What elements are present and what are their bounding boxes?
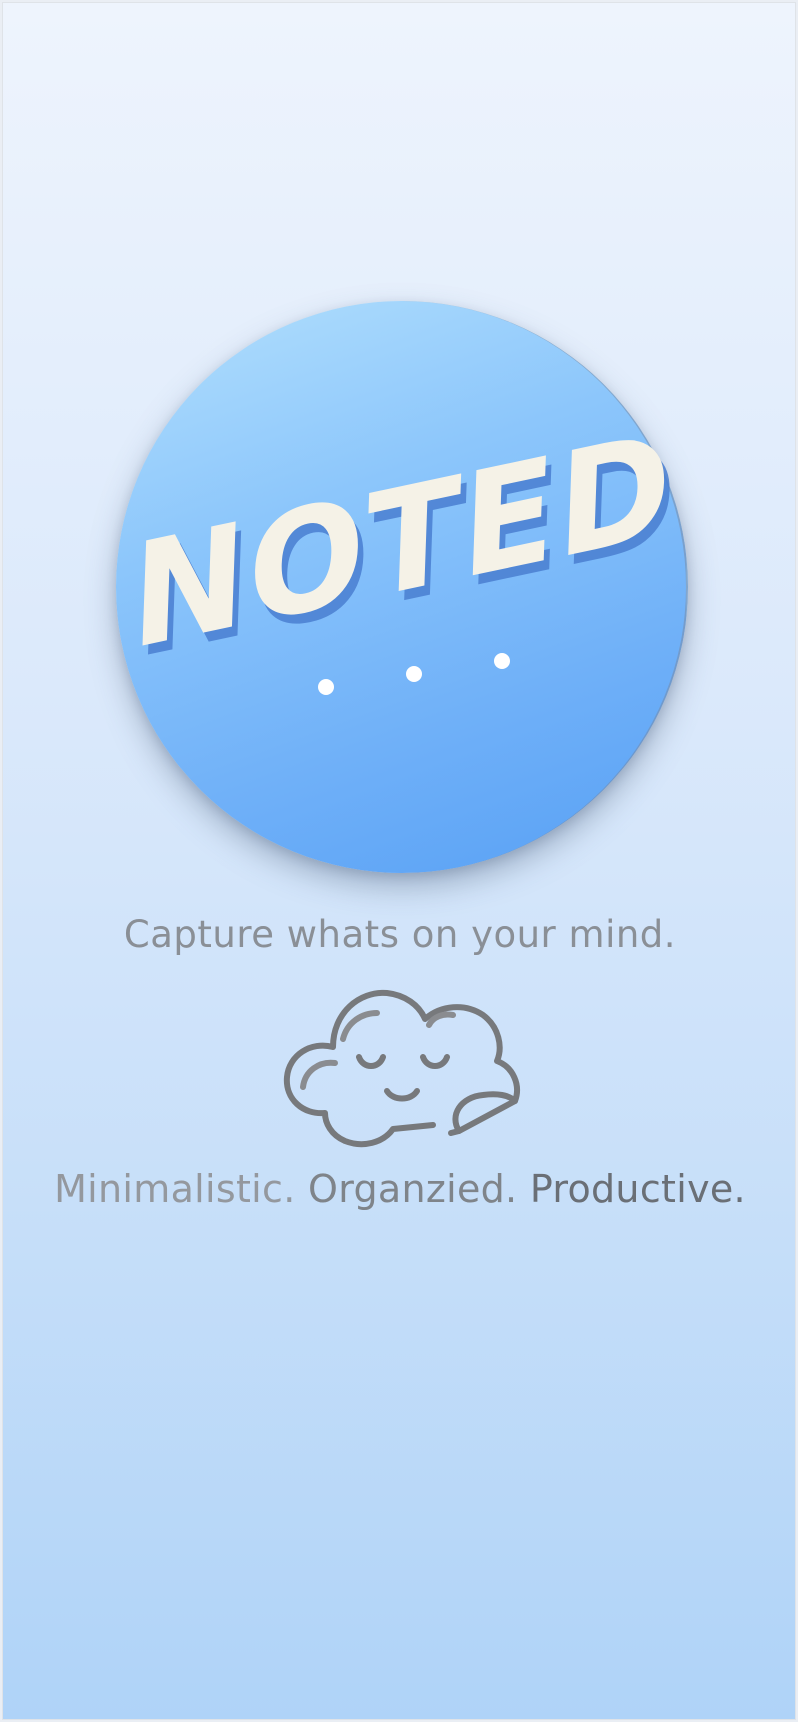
motto: Minimalistic. Organzied. Productive. xyxy=(3,1167,795,1211)
sleeping-cloud-note-icon xyxy=(283,989,520,1148)
logo-circle: NOTED NOTED xyxy=(116,301,688,873)
splash-screen: NOTED NOTED Capture whats on your mind. xyxy=(2,2,796,1720)
motto-word-2: Organzied. xyxy=(307,1167,518,1211)
tagline: Capture whats on your mind. xyxy=(123,913,677,956)
logo-dot xyxy=(406,666,422,682)
motto-word-1: Minimalistic. xyxy=(54,1167,296,1211)
logo-dot xyxy=(494,653,510,669)
logo-dots xyxy=(116,301,688,873)
motto-word-3: Productive. xyxy=(529,1167,746,1211)
logo-dot xyxy=(318,679,334,695)
